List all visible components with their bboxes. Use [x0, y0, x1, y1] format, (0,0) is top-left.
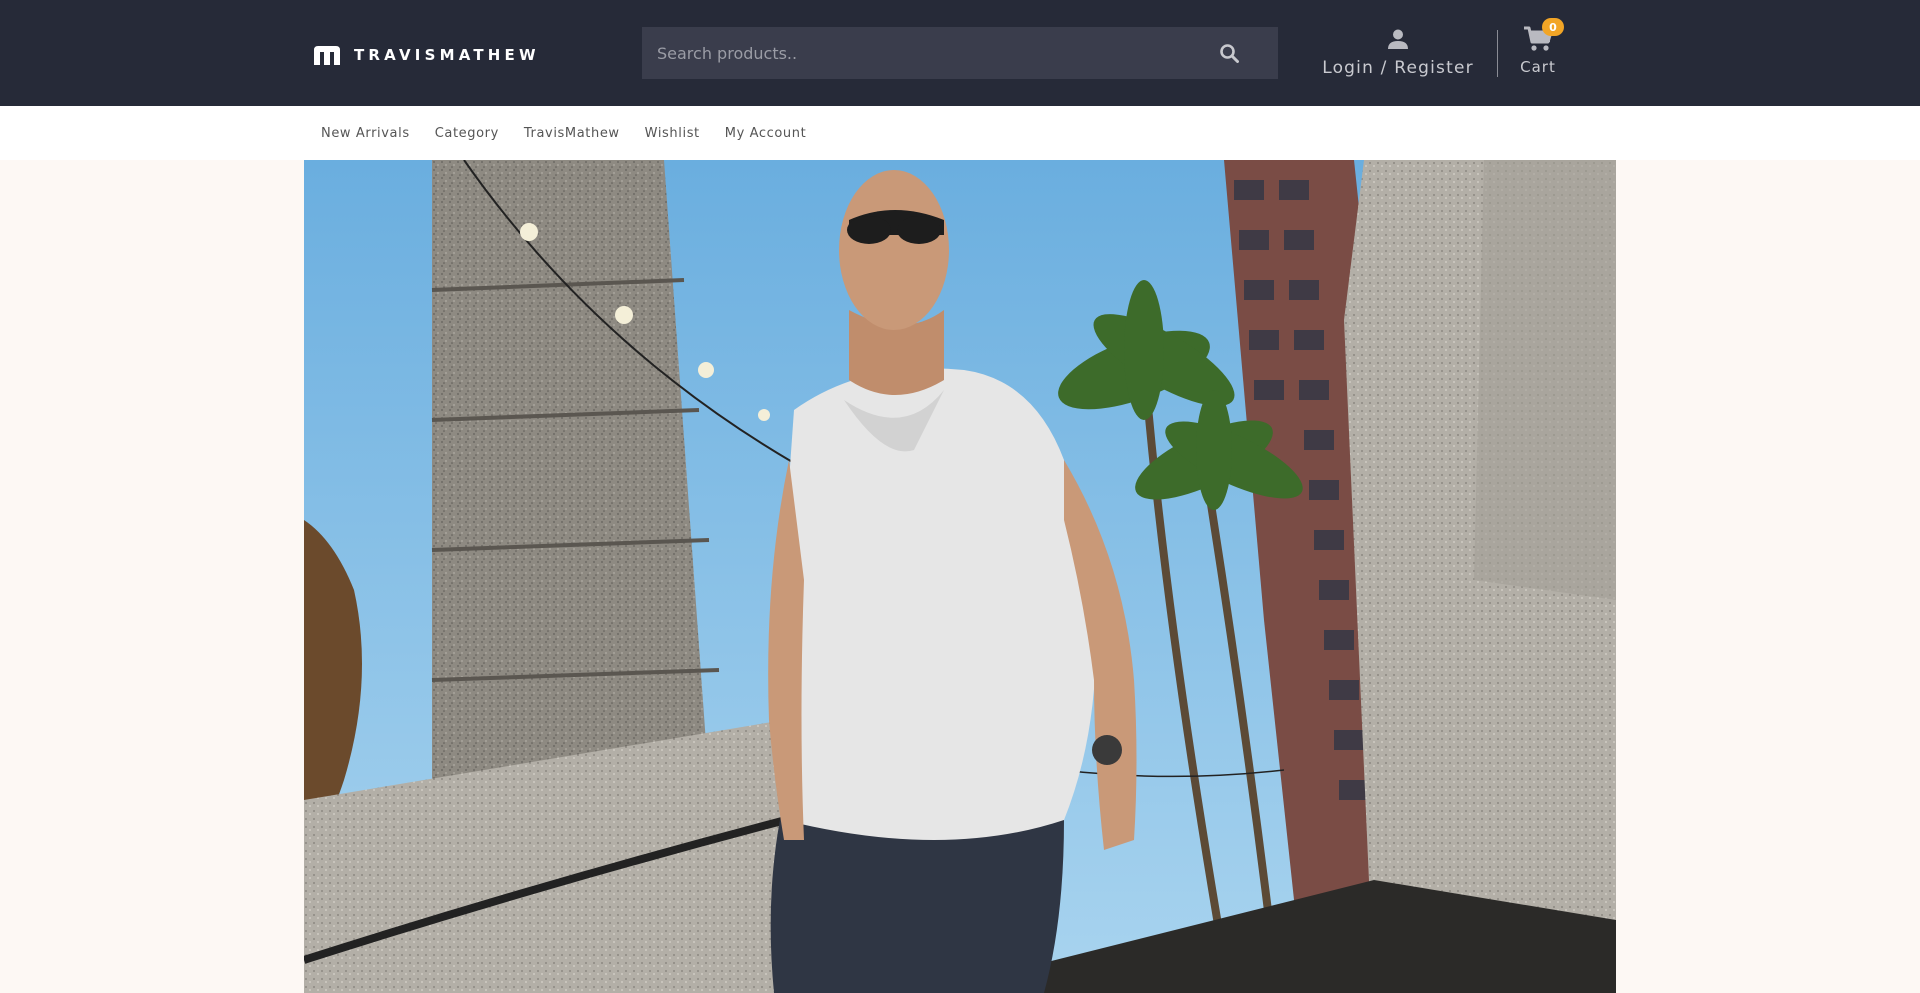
nav-item-my-account[interactable]: My Account [725, 126, 807, 141]
search-button[interactable] [1202, 27, 1256, 79]
user-icon [1388, 29, 1408, 49]
search-icon [1220, 44, 1239, 63]
header-divider [1497, 30, 1498, 77]
nav-item-category[interactable]: Category [435, 126, 499, 141]
cart-count-badge: 0 [1542, 18, 1564, 36]
nav-item-new-arrivals[interactable]: New Arrivals [321, 126, 410, 141]
tm-monogram-icon [314, 46, 340, 65]
main-nav: New Arrivals Category TravisMathew Wishl… [0, 106, 1920, 160]
login-register-link[interactable]: Login / Register [1322, 28, 1474, 78]
nav-item-wishlist[interactable]: Wishlist [645, 126, 700, 141]
nav-item-travismathew[interactable]: TravisMathew [524, 126, 620, 141]
cart-link[interactable]: 0 Cart [1514, 18, 1564, 76]
search-input[interactable] [642, 27, 1202, 79]
brand-name: TRAVISMATHEW [354, 46, 540, 64]
search-bar [642, 27, 1278, 79]
brand-logo[interactable]: TRAVISMATHEW [312, 44, 540, 66]
cart-label: Cart [1520, 58, 1556, 76]
login-register-label: Login / Register [1322, 58, 1474, 78]
hero-banner-image [304, 160, 1616, 993]
site-header: TRAVISMATHEW Login / Register 0 Cart [0, 0, 1920, 106]
hero-banner[interactable] [304, 160, 1616, 993]
